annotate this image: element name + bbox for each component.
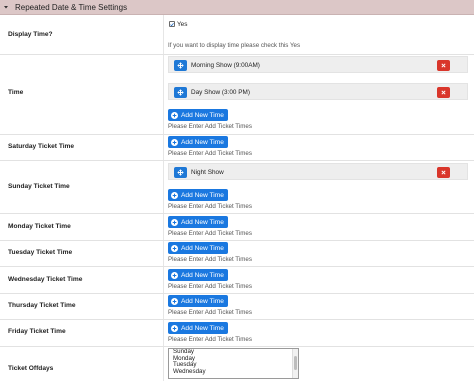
display-time-label: Display Time?: [8, 31, 53, 38]
ticket-times-hint: Please Enter Add Ticket Times: [168, 283, 252, 290]
display-time-hint: If you want to display time please check…: [168, 42, 301, 49]
time-label: Time: [8, 89, 24, 96]
add-new-time-button[interactable]: Add New Time: [168, 109, 228, 121]
thursday-ticket-time-label: Thursday Ticket Time: [8, 302, 76, 309]
saturday-ticket-time-label: Saturday Ticket Time: [8, 143, 75, 150]
plus-circle-icon: [171, 138, 178, 146]
drag-handle-icon[interactable]: [174, 167, 187, 178]
wednesday-ticket-time-label: Wednesday Ticket Time: [8, 276, 83, 283]
ticket-times-hint: Please Enter Add Ticket Times: [168, 336, 252, 343]
add-new-time-button[interactable]: Add New Time: [168, 295, 228, 307]
row-divider: [0, 346, 474, 347]
display-time-checkbox[interactable]: [169, 21, 175, 27]
drag-handle-icon[interactable]: [174, 60, 187, 71]
panel-title: Repeated Date & Time Settings: [15, 2, 128, 12]
row-divider: [0, 319, 474, 320]
time-entry: Night Show: [168, 163, 468, 180]
plus-circle-icon: [171, 218, 178, 226]
scrollbar-thumb[interactable]: [294, 356, 297, 370]
plus-circle-icon: [171, 191, 178, 199]
remove-icon[interactable]: [437, 87, 450, 98]
plus-circle-icon: [171, 111, 178, 119]
ticket-times-hint: Please Enter Add Ticket Times: [168, 150, 252, 157]
add-new-time-label: Add New Time: [181, 324, 224, 332]
friday-ticket-time-label: Friday Ticket Time: [8, 328, 66, 335]
ticket-times-hint: Please Enter Add Ticket Times: [168, 230, 252, 237]
add-new-time-label: Add New Time: [181, 138, 224, 146]
tuesday-ticket-time-label: Tuesday Ticket Time: [8, 249, 73, 256]
sunday-ticket-time-label: Sunday Ticket Time: [8, 183, 70, 190]
ticket-offdays-label: Ticket Offdays: [8, 365, 54, 372]
settings-panel: Repeated Date & Time Settings Display Ti…: [0, 0, 474, 381]
add-new-time-label: Add New Time: [181, 271, 224, 279]
add-new-time-label: Add New Time: [181, 218, 224, 226]
offday-option[interactable]: Wednesday: [169, 368, 298, 376]
row-divider: [0, 54, 474, 55]
add-new-time-button[interactable]: Add New Time: [168, 322, 228, 334]
collapse-arrow-icon[interactable]: [3, 4, 9, 10]
ticket-times-hint: Please Enter Add Ticket Times: [168, 123, 252, 130]
add-new-time-button[interactable]: Add New Time: [168, 189, 228, 201]
remove-icon[interactable]: [437, 167, 450, 178]
row-divider: [0, 240, 474, 241]
add-new-time-button[interactable]: Add New Time: [168, 269, 228, 281]
time-entry: Day Show (3:00 PM): [168, 83, 468, 100]
time-entry-label: Night Show: [191, 169, 224, 176]
plus-circle-icon: [171, 324, 178, 332]
add-new-time-button[interactable]: Add New Time: [168, 242, 228, 254]
add-new-time-button[interactable]: Add New Time: [168, 136, 228, 148]
plus-circle-icon: [171, 297, 178, 305]
ticket-times-hint: Please Enter Add Ticket Times: [168, 203, 252, 210]
time-entry-label: Morning Show (9:00AM): [191, 62, 260, 69]
add-new-time-button[interactable]: Add New Time: [168, 216, 228, 228]
ticket-times-hint: Please Enter Add Ticket Times: [168, 309, 252, 316]
row-divider: [0, 213, 474, 214]
add-new-time-label: Add New Time: [181, 111, 224, 119]
display-time-yes-label: Yes: [177, 21, 188, 28]
panel-header[interactable]: Repeated Date & Time Settings: [0, 0, 474, 15]
offdays-multiselect[interactable]: Sunday Monday Tuesday Wednesday: [168, 348, 299, 379]
add-new-time-label: Add New Time: [181, 244, 224, 252]
drag-handle-icon[interactable]: [174, 87, 187, 98]
remove-icon[interactable]: [437, 60, 450, 71]
monday-ticket-time-label: Monday Ticket Time: [8, 223, 71, 230]
row-divider: [0, 293, 474, 294]
ticket-times-hint: Please Enter Add Ticket Times: [168, 256, 252, 263]
plus-circle-icon: [171, 244, 178, 252]
time-entry-label: Day Show (3:00 PM): [191, 89, 250, 96]
time-entry: Morning Show (9:00AM): [168, 56, 468, 73]
labels-column: [0, 15, 164, 381]
offdays-scrollbar[interactable]: [292, 349, 298, 378]
row-divider: [0, 266, 474, 267]
row-divider: [0, 134, 474, 135]
plus-circle-icon: [171, 271, 178, 279]
add-new-time-label: Add New Time: [181, 191, 224, 199]
add-new-time-label: Add New Time: [181, 297, 224, 305]
row-divider: [0, 160, 474, 161]
